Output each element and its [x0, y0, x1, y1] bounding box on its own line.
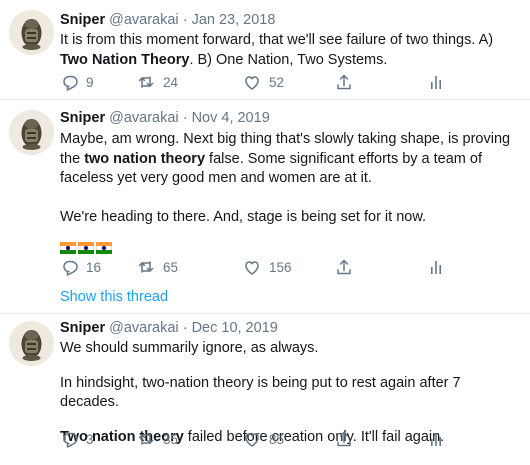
analytics-icon [431, 433, 441, 446]
retweet-icon [138, 433, 154, 445]
retweet-count: 24 [163, 74, 179, 90]
tweet-header: Sniper @avarakai · Jan 23, 2018 [60, 11, 520, 30]
like-count: 85 [269, 431, 285, 447]
india-flag-icon [96, 242, 112, 254]
retweet-icon [138, 261, 154, 273]
tweet-text: We should summarily ignore, as always. [60, 340, 319, 356]
reply-icon [63, 75, 78, 91]
heart-icon [245, 261, 259, 275]
flag-emojis [60, 241, 520, 254]
heart-icon [245, 76, 259, 90]
analytics-icon [431, 76, 441, 89]
tweet-actions: 9 24 52 [60, 73, 500, 93]
india-flag-icon [78, 242, 94, 254]
tweet-header: Sniper @avarakai · Dec 10, 2019 [60, 319, 520, 338]
retweet-count: 65 [163, 259, 179, 275]
author-name[interactable]: Sniper [60, 12, 105, 28]
like-button[interactable]: 156 [243, 258, 292, 276]
author-name[interactable]: Sniper [60, 320, 105, 336]
tweet[interactable]: Sniper @avarakai · Nov 4, 2019 Maybe, am … [0, 100, 530, 314]
analytics-icon [431, 261, 441, 274]
share-icon [337, 259, 351, 275]
analytics-button[interactable] [427, 258, 445, 276]
tweet-date[interactable]: Jan 23, 2018 [192, 12, 276, 28]
share-icon [337, 74, 351, 90]
retweet-button[interactable]: 35 [137, 430, 178, 448]
analytics-button[interactable] [427, 430, 445, 448]
bold-phrase: Two Nation Theory [60, 51, 190, 68]
separator: · [182, 12, 188, 28]
tweet-actions: 16 65 156 [60, 258, 500, 278]
tweet[interactable]: Sniper @avarakai · Dec 10, 2019 We should… [0, 313, 530, 465]
share-button[interactable] [335, 430, 353, 448]
avatar[interactable] [9, 321, 54, 366]
retweet-button[interactable]: 24 [137, 73, 178, 91]
share-button[interactable] [335, 258, 353, 276]
author-handle[interactable]: @avarakai [109, 12, 179, 28]
reply-icon [63, 260, 78, 276]
author-handle[interactable]: @avarakai [109, 320, 179, 336]
tweet-text: In hindsight, two-nation theory is being… [60, 374, 461, 411]
reply-button[interactable]: 9 [60, 73, 94, 91]
share-icon [337, 431, 351, 447]
like-button[interactable]: 85 [243, 430, 284, 448]
tweet-text: We're heading to there. And, stage is be… [60, 208, 427, 225]
reply-button[interactable]: 3 [60, 430, 94, 448]
bold-phrase: two nation theory [84, 150, 206, 167]
reply-count: 9 [86, 74, 94, 90]
like-count: 156 [269, 259, 292, 275]
reply-icon [63, 432, 78, 448]
reply-count: 3 [86, 431, 94, 447]
author-name[interactable]: Sniper [60, 110, 105, 126]
reply-button[interactable]: 16 [60, 258, 101, 276]
tweet-text: Maybe, am wrong. Next big thing that's s… [60, 131, 511, 186]
tweet-date[interactable]: Nov 4, 2019 [192, 110, 270, 126]
avatar[interactable] [9, 110, 54, 155]
reply-count: 16 [86, 259, 102, 275]
share-button[interactable] [335, 73, 353, 91]
like-count: 52 [269, 74, 285, 90]
like-button[interactable]: 52 [243, 73, 284, 91]
tweet-text: It is from this moment forward, that we'… [60, 32, 494, 68]
tweet[interactable]: Sniper @avarakai · Jan 23, 2018 It is fro… [0, 0, 530, 100]
retweet-count: 35 [163, 431, 179, 447]
heart-icon [245, 433, 259, 447]
separator: · [182, 110, 188, 126]
show-thread-link[interactable]: Show this thread [60, 289, 168, 305]
india-flag-icon [60, 242, 76, 254]
tweet-date[interactable]: Dec 10, 2019 [192, 320, 278, 336]
tweet-actions: 3 35 85 [60, 430, 500, 450]
tweet-header: Sniper @avarakai · Nov 4, 2019 [60, 109, 520, 128]
author-handle[interactable]: @avarakai [109, 110, 179, 126]
retweet-icon [138, 76, 154, 88]
separator: · [182, 320, 188, 336]
retweet-button[interactable]: 65 [137, 258, 178, 276]
avatar[interactable] [9, 10, 54, 55]
analytics-button[interactable] [427, 73, 445, 91]
